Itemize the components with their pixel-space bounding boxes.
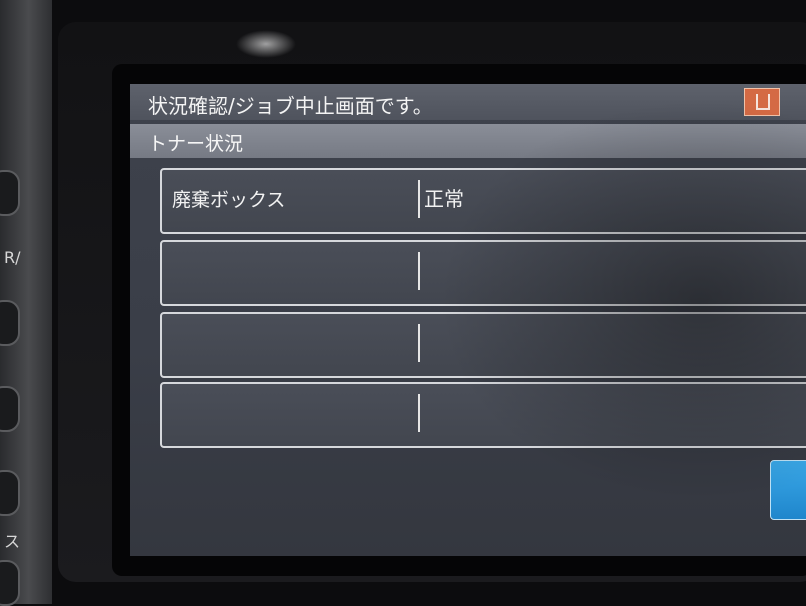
hardware-button[interactable]	[0, 170, 20, 216]
toner-status-row[interactable]	[160, 240, 806, 306]
row-label: 廃棄ボックス	[172, 189, 286, 211]
column-divider	[418, 324, 420, 362]
hardware-button[interactable]	[0, 470, 20, 516]
hardware-button[interactable]	[0, 300, 20, 346]
blue-action-button[interactable]	[770, 460, 806, 520]
hardware-button[interactable]	[0, 560, 20, 606]
column-divider	[418, 180, 420, 218]
toner-status-row[interactable]: 廃棄ボックス 正常	[160, 168, 806, 234]
column-divider	[418, 394, 420, 432]
status-message: 状況確認/ジョブ中止画面です。	[148, 94, 433, 118]
side-label: R/	[4, 248, 21, 267]
touch-screen: 状況確認/ジョブ中止画面です。 トナー状況 廃棄ボックス 正常	[130, 84, 806, 556]
section-header: トナー状況	[130, 124, 806, 158]
column-divider	[418, 252, 420, 290]
toner-status-row[interactable]	[160, 312, 806, 378]
status-bar: 状況確認/ジョブ中止画面です。	[130, 84, 806, 120]
row-value: 正常	[424, 187, 464, 211]
section-title: トナー状況	[148, 133, 244, 155]
device-side-panel: R/ ス	[0, 0, 52, 606]
side-label: ス	[4, 532, 21, 551]
hardware-button[interactable]	[0, 386, 20, 432]
toner-status-row[interactable]	[160, 382, 806, 448]
light-reflection	[236, 30, 296, 58]
job-status-icon[interactable]	[744, 88, 780, 116]
